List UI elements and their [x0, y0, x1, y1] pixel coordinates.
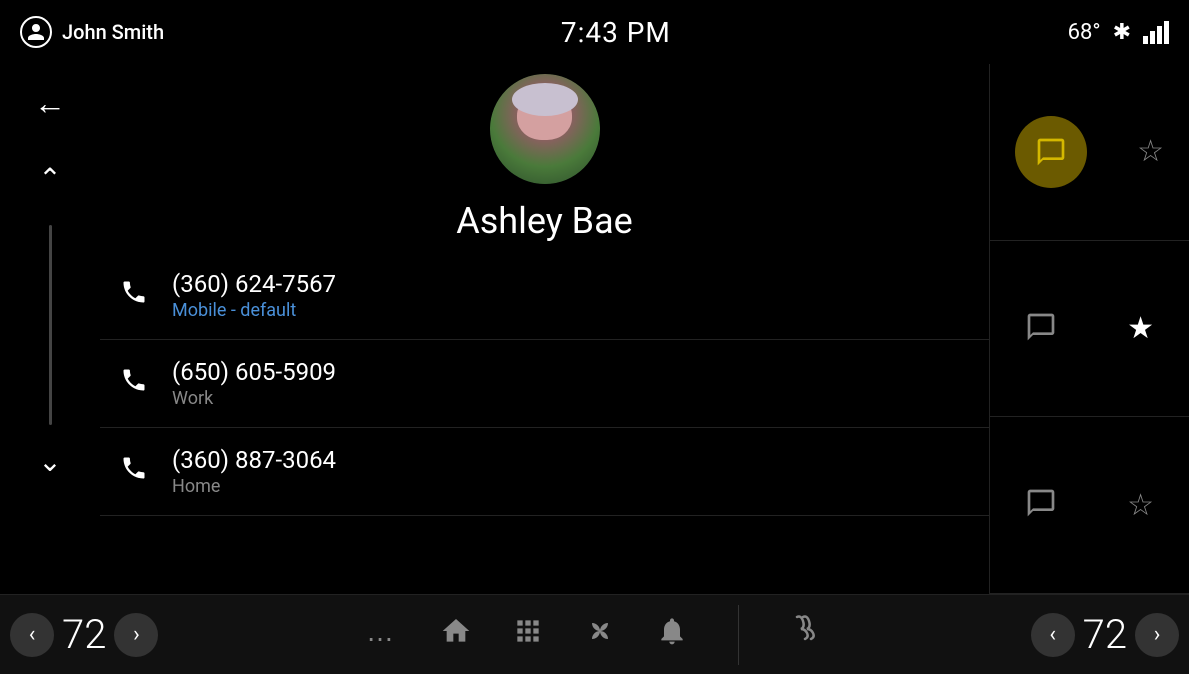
left-temp-increase[interactable]: ›	[114, 613, 158, 657]
status-bar: John Smith 7:43 PM 68° ✱	[0, 0, 1189, 64]
action-row-3: ☆	[990, 417, 1189, 594]
message-button-2[interactable]	[1025, 311, 1057, 347]
status-left: John Smith	[20, 16, 164, 48]
apps-icon[interactable]	[512, 615, 544, 654]
bottom-bar: ‹ 72 › …	[0, 594, 1189, 674]
signal-icon	[1143, 21, 1169, 44]
contact-avatar	[490, 74, 600, 184]
divider	[738, 605, 739, 665]
phone-label-1: Mobile - default	[172, 300, 989, 321]
main-content: ← ⌃ ⌄ Ashley Bae (360) 624-7567 Mobile -…	[0, 64, 1189, 594]
scroll-track	[49, 225, 52, 425]
phone-list: (360) 624-7567 Mobile - default (650) 60…	[100, 252, 989, 516]
right-temp-value: 72	[1083, 611, 1127, 658]
scroll-up-button[interactable]: ⌃	[38, 162, 61, 195]
user-icon	[20, 16, 52, 48]
phone-number-2: (650) 605-5909	[172, 358, 989, 386]
phone-entry-1[interactable]: (360) 624-7567 Mobile - default	[100, 252, 989, 340]
heat-seat-left-icon[interactable]: …	[364, 613, 400, 656]
phone-info-3: (360) 887-3064 Home	[172, 446, 989, 497]
phone-icon-2	[120, 366, 148, 401]
fan-icon[interactable]	[584, 615, 616, 654]
phone-entry-2[interactable]: (650) 605-5909 Work	[100, 340, 989, 428]
phone-info-2: (650) 605-5909 Work	[172, 358, 989, 409]
right-temp-decrease[interactable]: ‹	[1031, 613, 1075, 657]
bluetooth-icon: ✱	[1113, 20, 1131, 45]
nav-icons: …	[364, 605, 825, 665]
message-button-3[interactable]	[1025, 487, 1057, 523]
phone-icon-3	[120, 454, 148, 489]
favorite-button-3[interactable]: ☆	[1127, 488, 1154, 523]
right-temp-control: ‹ 72 ›	[1031, 611, 1179, 658]
right-actions: ☆ ★ ☆	[989, 64, 1189, 594]
temp-display: 68°	[1068, 20, 1101, 45]
favorite-button-1[interactable]: ☆	[1137, 134, 1164, 169]
time-display: 7:43 PM	[561, 16, 671, 49]
phone-number-3: (360) 887-3064	[172, 446, 989, 474]
left-temp-control: ‹ 72 ›	[10, 611, 158, 658]
contact-detail: Ashley Bae (360) 624-7567 Mobile - defau…	[100, 64, 989, 594]
phone-icon-1	[120, 278, 148, 313]
action-row-2: ★	[990, 241, 1189, 418]
status-right: 68° ✱	[1068, 20, 1169, 45]
contact-name: Ashley Bae	[456, 200, 633, 242]
scroll-down-button[interactable]: ⌄	[38, 445, 61, 478]
back-button[interactable]: ←	[34, 84, 66, 122]
phone-label-2: Work	[172, 388, 989, 409]
message-button-1[interactable]	[1015, 116, 1087, 188]
left-temp-decrease[interactable]: ‹	[10, 613, 54, 657]
svg-text:…: …	[366, 616, 394, 647]
favorite-button-2[interactable]: ★	[1127, 311, 1154, 346]
phone-number-1: (360) 624-7567	[172, 270, 989, 298]
avatar-image	[490, 74, 600, 184]
phone-entry-3[interactable]: (360) 887-3064 Home	[100, 428, 989, 516]
phone-label-3: Home	[172, 476, 989, 497]
left-sidebar: ← ⌃ ⌄	[0, 64, 100, 594]
right-temp-increase[interactable]: ›	[1135, 613, 1179, 657]
notification-icon[interactable]	[656, 615, 688, 654]
phone-info-1: (360) 624-7567 Mobile - default	[172, 270, 989, 321]
home-icon[interactable]	[440, 615, 472, 654]
heat-seat-right-icon[interactable]	[789, 613, 825, 656]
action-row-1: ☆	[990, 64, 1189, 241]
left-temp-value: 72	[62, 611, 106, 658]
user-name: John Smith	[62, 20, 164, 44]
